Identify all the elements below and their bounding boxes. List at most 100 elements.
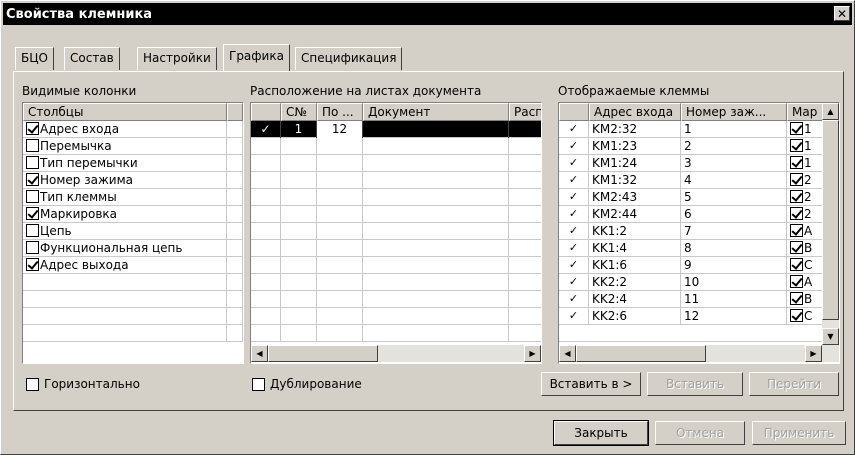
table-cell[interactable] (317, 240, 363, 257)
terminal-num-cell[interactable]: 4 (681, 172, 787, 189)
list-item[interactable] (23, 274, 243, 291)
table-cell[interactable] (509, 223, 541, 240)
terminals-header-addr[interactable]: Адрес входа (589, 103, 681, 121)
placement-header-to[interactable]: По ... (317, 103, 363, 121)
terminal-check-cell[interactable]: ✓ (559, 121, 589, 138)
mark-checkbox[interactable] (790, 275, 803, 288)
terminals-vscrollbar[interactable]: ▲ ▼ (822, 103, 839, 345)
placement-header-place[interactable]: Расп (509, 103, 541, 121)
list-item[interactable]: Номер зажима (23, 172, 243, 189)
terminal-mark-cell[interactable]: B (787, 240, 823, 257)
terminal-mark-cell[interactable]: A (787, 274, 823, 291)
table-cell[interactable] (281, 240, 317, 257)
terminal-mark-cell[interactable]: B (787, 291, 823, 308)
close-icon[interactable]: ✕ (834, 6, 850, 21)
table-cell[interactable] (281, 325, 317, 342)
table-cell[interactable] (251, 138, 281, 155)
terminal-num-cell[interactable]: 8 (681, 240, 787, 257)
table-cell[interactable] (509, 155, 541, 172)
terminal-addr-cell[interactable]: KM2:32 (589, 121, 681, 138)
terminals-hscrollbar[interactable]: ◀ ▶ (559, 345, 839, 362)
table-row[interactable]: ✓ KK2:2 10 A (559, 274, 839, 291)
table-cell[interactable] (317, 325, 363, 342)
horizontal-option[interactable]: Горизонтально (26, 377, 140, 391)
table-cell[interactable] (251, 189, 281, 206)
table-row[interactable] (251, 308, 541, 325)
column-checkbox[interactable] (26, 241, 39, 254)
mark-checkbox[interactable] (790, 156, 803, 169)
terminal-check-cell[interactable]: ✓ (559, 257, 589, 274)
table-cell[interactable] (317, 308, 363, 325)
column-checkbox[interactable] (26, 190, 39, 203)
terminal-addr-cell[interactable]: KK2:2 (589, 274, 681, 291)
scroll-right-icon[interactable]: ▶ (524, 345, 541, 362)
table-cell[interactable] (317, 206, 363, 223)
close-button[interactable]: Закрыть (553, 420, 649, 446)
column-option[interactable]: Тип клеммы (23, 189, 227, 206)
cancel-button[interactable]: Отмена (655, 421, 745, 445)
column-option[interactable]: Функциональная цепь (23, 240, 227, 257)
table-cell[interactable] (509, 308, 541, 325)
table-row[interactable]: ✓ KK1:6 9 C (559, 257, 839, 274)
table-cell[interactable] (509, 189, 541, 206)
table-cell[interactable] (363, 155, 509, 172)
mark-checkbox[interactable] (790, 207, 803, 220)
table-row[interactable]: ✓ KK2:4 11 B (559, 291, 839, 308)
table-cell[interactable] (363, 291, 509, 308)
title-bar[interactable]: Свойства клемника ✕ (3, 3, 852, 25)
table-row[interactable] (251, 274, 541, 291)
table-cell[interactable] (251, 240, 281, 257)
scroll-down-icon[interactable]: ▼ (822, 328, 839, 345)
scroll-left-icon[interactable]: ◀ (251, 345, 268, 362)
table-cell[interactable] (363, 308, 509, 325)
scroll-right-icon[interactable]: ▶ (805, 345, 822, 362)
terminal-addr-cell[interactable]: KK2:6 (589, 308, 681, 325)
terminal-addr-cell[interactable]: KK1:4 (589, 240, 681, 257)
list-item[interactable]: Функциональная цепь (23, 240, 243, 257)
table-cell[interactable] (251, 206, 281, 223)
table-cell[interactable] (317, 155, 363, 172)
terminal-mark-cell[interactable]: C (787, 308, 823, 325)
table-cell[interactable] (317, 274, 363, 291)
table-cell[interactable] (281, 257, 317, 274)
terminals-header-mark[interactable]: Мар (787, 103, 823, 121)
terminal-addr-cell[interactable]: KK1:2 (589, 223, 681, 240)
table-cell[interactable] (281, 274, 317, 291)
column-option[interactable]: Маркировка (23, 206, 227, 223)
table-cell[interactable] (281, 291, 317, 308)
table-cell[interactable] (509, 172, 541, 189)
terminal-mark-cell[interactable]: A (787, 223, 823, 240)
column-checkbox[interactable] (26, 122, 39, 135)
terminal-num-cell[interactable]: 7 (681, 223, 787, 240)
list-item[interactable]: Перемычка (23, 138, 243, 155)
table-row[interactable]: ✓ KM1:24 3 1 (559, 155, 839, 172)
table-cell[interactable] (363, 206, 509, 223)
table-row[interactable] (251, 155, 541, 172)
scroll-left-icon[interactable]: ◀ (559, 345, 576, 362)
list-item[interactable]: Адрес входа (23, 121, 243, 138)
table-cell[interactable] (251, 257, 281, 274)
terminal-addr-cell[interactable]: KM2:43 (589, 189, 681, 206)
column-checkbox[interactable] (26, 258, 39, 271)
table-cell[interactable] (281, 172, 317, 189)
placement-row-document[interactable] (363, 121, 509, 138)
terminal-mark-cell[interactable]: 2 (787, 189, 823, 206)
table-cell[interactable] (251, 308, 281, 325)
terminal-addr-cell[interactable]: KM1:23 (589, 138, 681, 155)
tab-settings[interactable]: Настройки (137, 47, 217, 70)
table-cell[interactable] (509, 291, 541, 308)
column-option[interactable] (23, 308, 227, 325)
mark-checkbox[interactable] (790, 241, 803, 254)
table-cell[interactable] (281, 206, 317, 223)
table-row[interactable]: ✓ KM1:32 4 2 (559, 172, 839, 189)
table-row[interactable]: ✓ KM2:32 1 1 (559, 121, 839, 138)
terminals-hscroll-thumb[interactable] (576, 345, 706, 362)
table-row[interactable] (251, 223, 541, 240)
terminals-vscroll-thumb[interactable] (822, 120, 839, 320)
terminal-addr-cell[interactable]: KK1:6 (589, 257, 681, 274)
table-cell[interactable] (363, 172, 509, 189)
table-cell[interactable] (251, 291, 281, 308)
apply-button[interactable]: Применить (752, 421, 846, 445)
terminal-num-cell[interactable]: 3 (681, 155, 787, 172)
columns-header[interactable]: Столбцы (23, 103, 227, 121)
